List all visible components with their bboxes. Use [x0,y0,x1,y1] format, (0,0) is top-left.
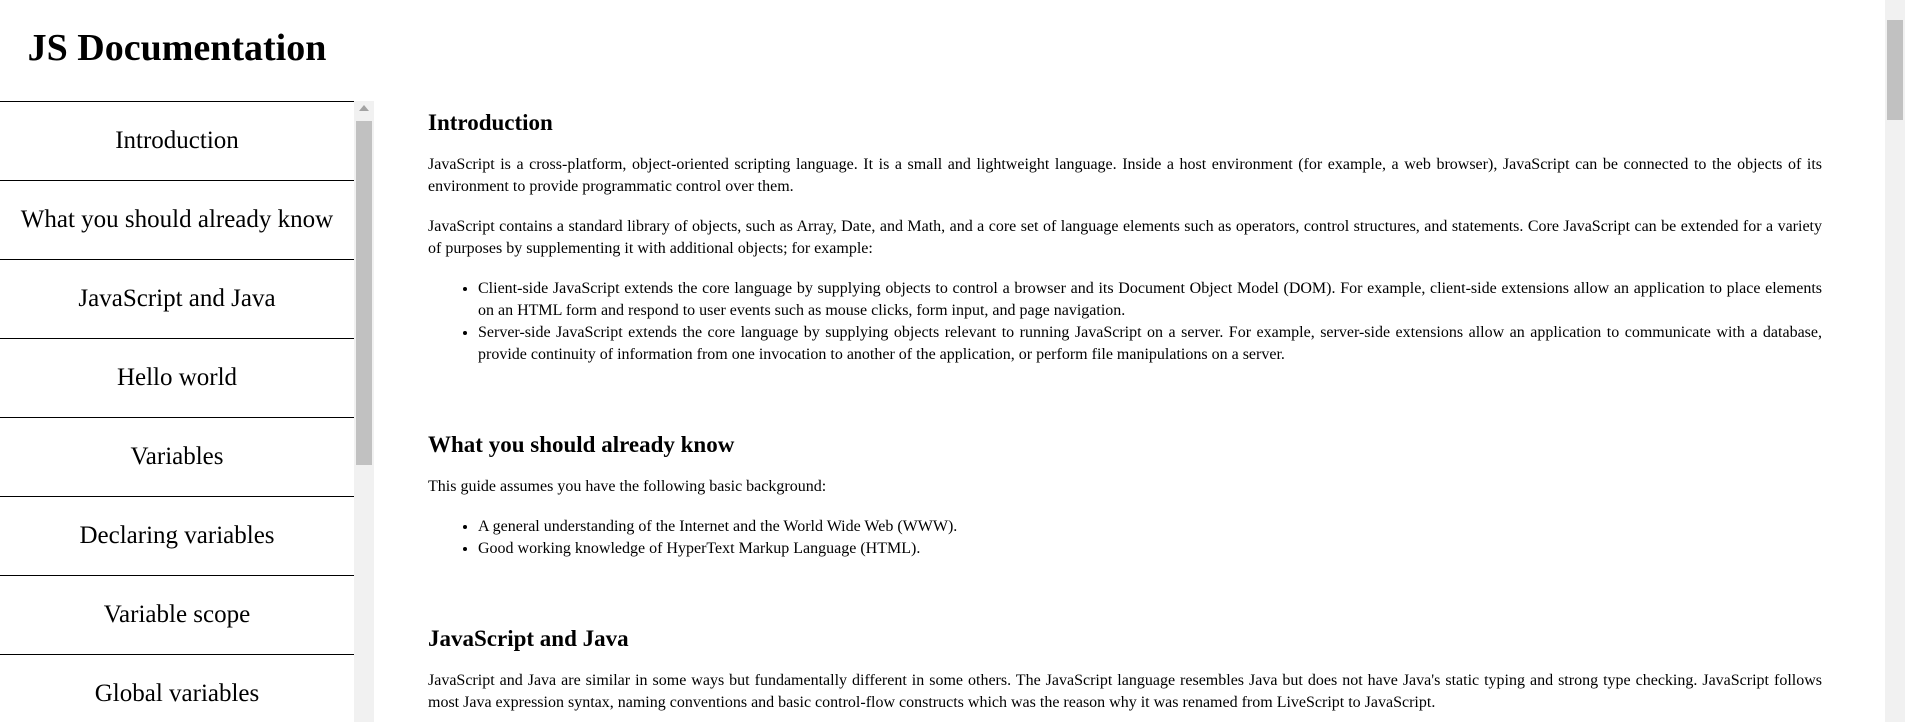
nav-item: Global variables [0,654,354,722]
section-introduction: Introduction JavaScript is a cross-platf… [428,110,1822,432]
nav-link-global-variables[interactable]: Global variables [0,654,354,722]
nav-item: Declaring variables [0,496,354,575]
scroll-up-arrow-icon[interactable] [359,105,369,111]
nav-link-what-you-should-already-know[interactable]: What you should already know [0,180,354,259]
section-what-you-should-already-know: What you should already know This guide … [428,432,1822,626]
list-item: A general understanding of the Internet … [478,516,1822,538]
section-paragraph: JavaScript contains a standard library o… [428,218,1822,257]
nav-item: JavaScript and Java [0,259,354,338]
section-paragraph: JavaScript and Java are similar in some … [428,672,1822,711]
nav-item: Introduction [0,101,354,180]
section-heading: Introduction [428,110,553,135]
nav-scrollbar-thumb[interactable] [356,121,372,465]
nav-item: What you should already know [0,180,354,259]
nav-item: Variables [0,417,354,496]
nav-link-variables[interactable]: Variables [0,417,354,496]
section-paragraph: This guide assumes you have the followin… [428,478,827,495]
nav-list-container[interactable]: Introduction What you should already kno… [0,101,354,722]
list-item: Client-side JavaScript extends the core … [478,278,1822,322]
page-scrollbar-thumb[interactable] [1887,20,1903,120]
list-item: Good working knowledge of HyperText Mark… [478,538,1822,560]
nav-title: JS Documentation [27,27,327,69]
section-heading: What you should already know [428,432,735,457]
section-paragraph: JavaScript is a cross-platform, object-o… [428,156,1822,195]
page-scrollbar[interactable] [1885,0,1905,722]
nav-list: Introduction What you should already kno… [0,101,354,722]
nav-link-declaring-variables[interactable]: Declaring variables [0,496,354,575]
section-list: Client-side JavaScript extends the core … [428,278,1822,366]
nav-link-introduction[interactable]: Introduction [0,101,354,180]
section-list: A general understanding of the Internet … [428,516,1822,560]
navbar: JS Documentation Introduction What you s… [0,0,354,722]
nav-item: Variable scope [0,575,354,654]
nav-link-javascript-and-java[interactable]: JavaScript and Java [0,259,354,338]
nav-link-variable-scope[interactable]: Variable scope [0,575,354,654]
section-javascript-and-java: JavaScript and Java JavaScript and Java … [428,626,1822,714]
nav-scrollbar[interactable] [354,101,374,722]
nav-item: Hello world [0,338,354,417]
list-item: Server-side JavaScript extends the core … [478,322,1822,366]
main-doc: Introduction JavaScript is a cross-platf… [428,0,1822,722]
section-heading: JavaScript and Java [428,626,629,651]
nav-link-hello-world[interactable]: Hello world [0,338,354,417]
